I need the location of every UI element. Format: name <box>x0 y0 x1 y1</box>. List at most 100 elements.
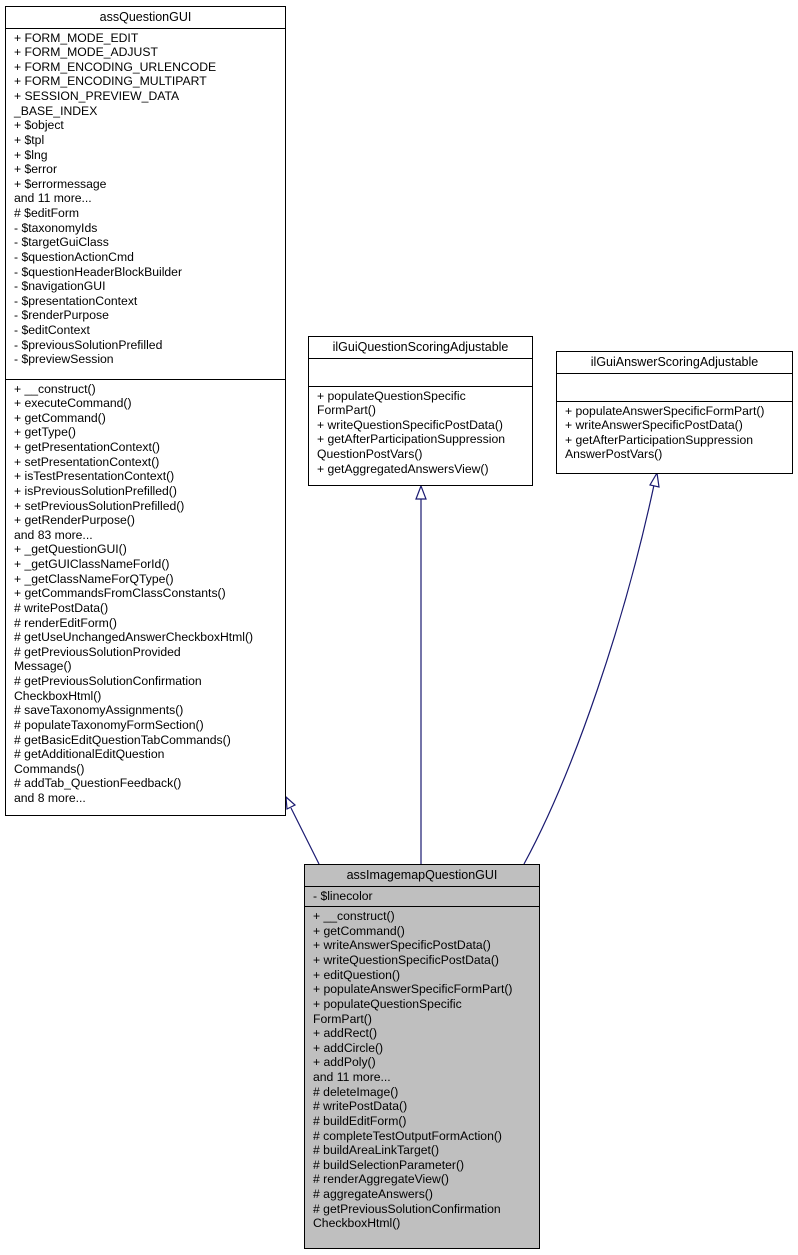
attribute-row[interactable]: + FORM_MODE_EDIT <box>14 31 280 46</box>
method-row[interactable]: # saveTaxonomyAssignments() <box>14 703 280 718</box>
method-row[interactable]: # getPreviousSolutionConfirmation <box>313 1202 534 1217</box>
attribute-row[interactable]: + $lng <box>14 148 280 163</box>
method-row[interactable]: # renderEditForm() <box>14 616 280 631</box>
class-box-ilguiquestionscoringadjustable[interactable]: ilGuiQuestionScoringAdjustable + populat… <box>308 336 533 486</box>
method-row[interactable]: + executeCommand() <box>14 396 280 411</box>
class-box-assimagemapquestiongui[interactable]: assImagemapQuestionGUI - $linecolor + __… <box>304 864 540 1249</box>
class-box-ilguianswerscoringadjustable[interactable]: ilGuiAnswerScoringAdjustable + populateA… <box>556 351 793 474</box>
method-row[interactable]: AnswerPostVars() <box>565 447 787 462</box>
method-row[interactable]: + writeAnswerSpecificPostData() <box>565 418 787 433</box>
attributes-section: + FORM_MODE_EDIT + FORM_MODE_ADJUST + FORM… <box>6 29 285 380</box>
attribute-row[interactable]: # $editForm <box>14 206 280 221</box>
method-row[interactable]: + writeQuestionSpecificPostData() <box>317 418 527 433</box>
methods-section: + populateAnswerSpecificFormPart() + writ… <box>557 402 792 466</box>
class-name: ilGuiAnswerScoringAdjustable <box>557 352 792 374</box>
method-row[interactable]: + writeAnswerSpecificPostData() <box>313 938 534 953</box>
method-row[interactable]: # completeTestOutputFormAction() <box>313 1129 534 1144</box>
attribute-row[interactable]: - $presentationContext <box>14 294 280 309</box>
method-row[interactable]: + __construct() <box>313 909 534 924</box>
method-row[interactable]: QuestionPostVars() <box>317 447 527 462</box>
method-row[interactable]: + writeQuestionSpecificPostData() <box>313 953 534 968</box>
method-row[interactable]: + addCircle() <box>313 1041 534 1056</box>
method-row[interactable]: CheckboxHtml() <box>14 689 280 704</box>
method-row[interactable]: + getRenderPurpose() <box>14 513 280 528</box>
methods-section: + __construct() + executeCommand() + getCo… <box>6 380 285 809</box>
attribute-row[interactable]: - $questionActionCmd <box>14 250 280 265</box>
attribute-row[interactable]: - $questionHeaderBlockBuilder <box>14 265 280 280</box>
method-row[interactable]: FormPart() <box>313 1012 534 1027</box>
attributes-section <box>309 359 532 387</box>
method-row[interactable]: + populateQuestionSpecific <box>313 997 534 1012</box>
edge-focus-to-answer-iface <box>523 484 655 865</box>
method-row[interactable]: + populateAnswerSpecificFormPart() <box>565 404 787 419</box>
method-row[interactable]: # aggregateAnswers() <box>313 1187 534 1202</box>
method-row[interactable]: and 11 more... <box>313 1070 534 1085</box>
method-row[interactable]: FormPart() <box>317 403 527 418</box>
method-row[interactable]: + getCommand() <box>14 411 280 426</box>
method-row[interactable]: # buildAreaLinkTarget() <box>313 1143 534 1158</box>
method-row[interactable]: + getType() <box>14 425 280 440</box>
method-row[interactable]: + _getGUIClassNameForId() <box>14 557 280 572</box>
method-row[interactable]: + getAfterParticipationSuppression <box>317 432 527 447</box>
method-row[interactable]: + populateAnswerSpecificFormPart() <box>313 982 534 997</box>
method-row[interactable]: + getAfterParticipationSuppression <box>565 433 787 448</box>
method-row[interactable]: + getCommandsFromClassConstants() <box>14 586 280 601</box>
attribute-row[interactable]: - $previousSolutionPrefilled <box>14 338 280 353</box>
method-row[interactable]: # getUseUnchangedAnswerCheckboxHtml() <box>14 630 280 645</box>
attribute-row[interactable]: _BASE_INDEX <box>14 104 280 119</box>
method-row[interactable]: + _getQuestionGUI() <box>14 542 280 557</box>
attribute-row[interactable]: + $error <box>14 162 280 177</box>
attribute-row[interactable]: - $linecolor <box>313 889 534 904</box>
method-row[interactable]: + editQuestion() <box>313 968 534 983</box>
method-row[interactable]: + addPoly() <box>313 1055 534 1070</box>
method-row[interactable]: + __construct() <box>14 382 280 397</box>
method-row[interactable]: + addRect() <box>313 1026 534 1041</box>
method-row[interactable]: Message() <box>14 659 280 674</box>
method-row[interactable]: + getPresentationContext() <box>14 440 280 455</box>
method-row[interactable]: # addTab_QuestionFeedback() <box>14 776 280 791</box>
attributes-section: - $linecolor <box>305 887 539 908</box>
method-row[interactable]: # getAdditionalEditQuestion <box>14 747 280 762</box>
method-row[interactable]: + populateQuestionSpecific <box>317 389 527 404</box>
attribute-row[interactable]: + FORM_MODE_ADJUST <box>14 45 280 60</box>
attribute-row[interactable]: + SESSION_PREVIEW_DATA <box>14 89 280 104</box>
attribute-row[interactable]: - $editContext <box>14 323 280 338</box>
method-row[interactable]: + isTestPresentationContext() <box>14 469 280 484</box>
attribute-row[interactable]: + $errormessage <box>14 177 280 192</box>
method-row[interactable]: # getPreviousSolutionProvided <box>14 645 280 660</box>
method-row[interactable]: # getPreviousSolutionConfirmation <box>14 674 280 689</box>
method-row[interactable]: + isPreviousSolutionPrefilled() <box>14 484 280 499</box>
edge-arrowhead-assquestiongui <box>285 795 297 810</box>
methods-section: + __construct() + getCommand() + writeAnsw… <box>305 907 539 1234</box>
method-row[interactable]: and 8 more... <box>14 791 280 806</box>
method-row[interactable]: # buildSelectionParameter() <box>313 1158 534 1173</box>
method-row[interactable]: + setPreviousSolutionPrefilled() <box>14 499 280 514</box>
attribute-row[interactable]: + FORM_ENCODING_URLENCODE <box>14 60 280 75</box>
attribute-row[interactable]: + FORM_ENCODING_MULTIPART <box>14 74 280 89</box>
method-row[interactable]: + getAggregatedAnswersView() <box>317 462 527 477</box>
method-row[interactable]: # writePostData() <box>14 601 280 616</box>
method-row[interactable]: and 83 more... <box>14 528 280 543</box>
edge-arrowhead-answer-iface <box>649 471 660 488</box>
attribute-row[interactable]: - $renderPurpose <box>14 308 280 323</box>
method-row[interactable]: CheckboxHtml() <box>313 1216 534 1231</box>
method-row[interactable]: + setPresentationContext() <box>14 455 280 470</box>
method-row[interactable]: # getBasicEditQuestionTabCommands() <box>14 733 280 748</box>
attribute-row[interactable]: - $navigationGUI <box>14 279 280 294</box>
method-row[interactable]: # writePostData() <box>313 1099 534 1114</box>
attribute-row[interactable]: + $object <box>14 118 280 133</box>
method-row[interactable]: # renderAggregateView() <box>313 1172 534 1187</box>
method-row[interactable]: + getCommand() <box>313 924 534 939</box>
method-row[interactable]: + _getClassNameForQType() <box>14 572 280 587</box>
attribute-row[interactable]: + $tpl <box>14 133 280 148</box>
method-row[interactable]: # deleteImage() <box>313 1085 534 1100</box>
class-box-assquestiongui[interactable]: assQuestionGUI + FORM_MODE_EDIT + FORM_MO… <box>5 6 286 816</box>
attribute-row[interactable]: - $taxonomyIds <box>14 221 280 236</box>
class-name: assImagemapQuestionGUI <box>305 865 539 887</box>
method-row[interactable]: Commands() <box>14 762 280 777</box>
method-row[interactable]: # buildEditForm() <box>313 1114 534 1129</box>
method-row[interactable]: # populateTaxonomyFormSection() <box>14 718 280 733</box>
attribute-row[interactable]: - $targetGuiClass <box>14 235 280 250</box>
attribute-row[interactable]: and 11 more... <box>14 191 280 206</box>
attribute-row[interactable]: - $previewSession <box>14 352 280 367</box>
